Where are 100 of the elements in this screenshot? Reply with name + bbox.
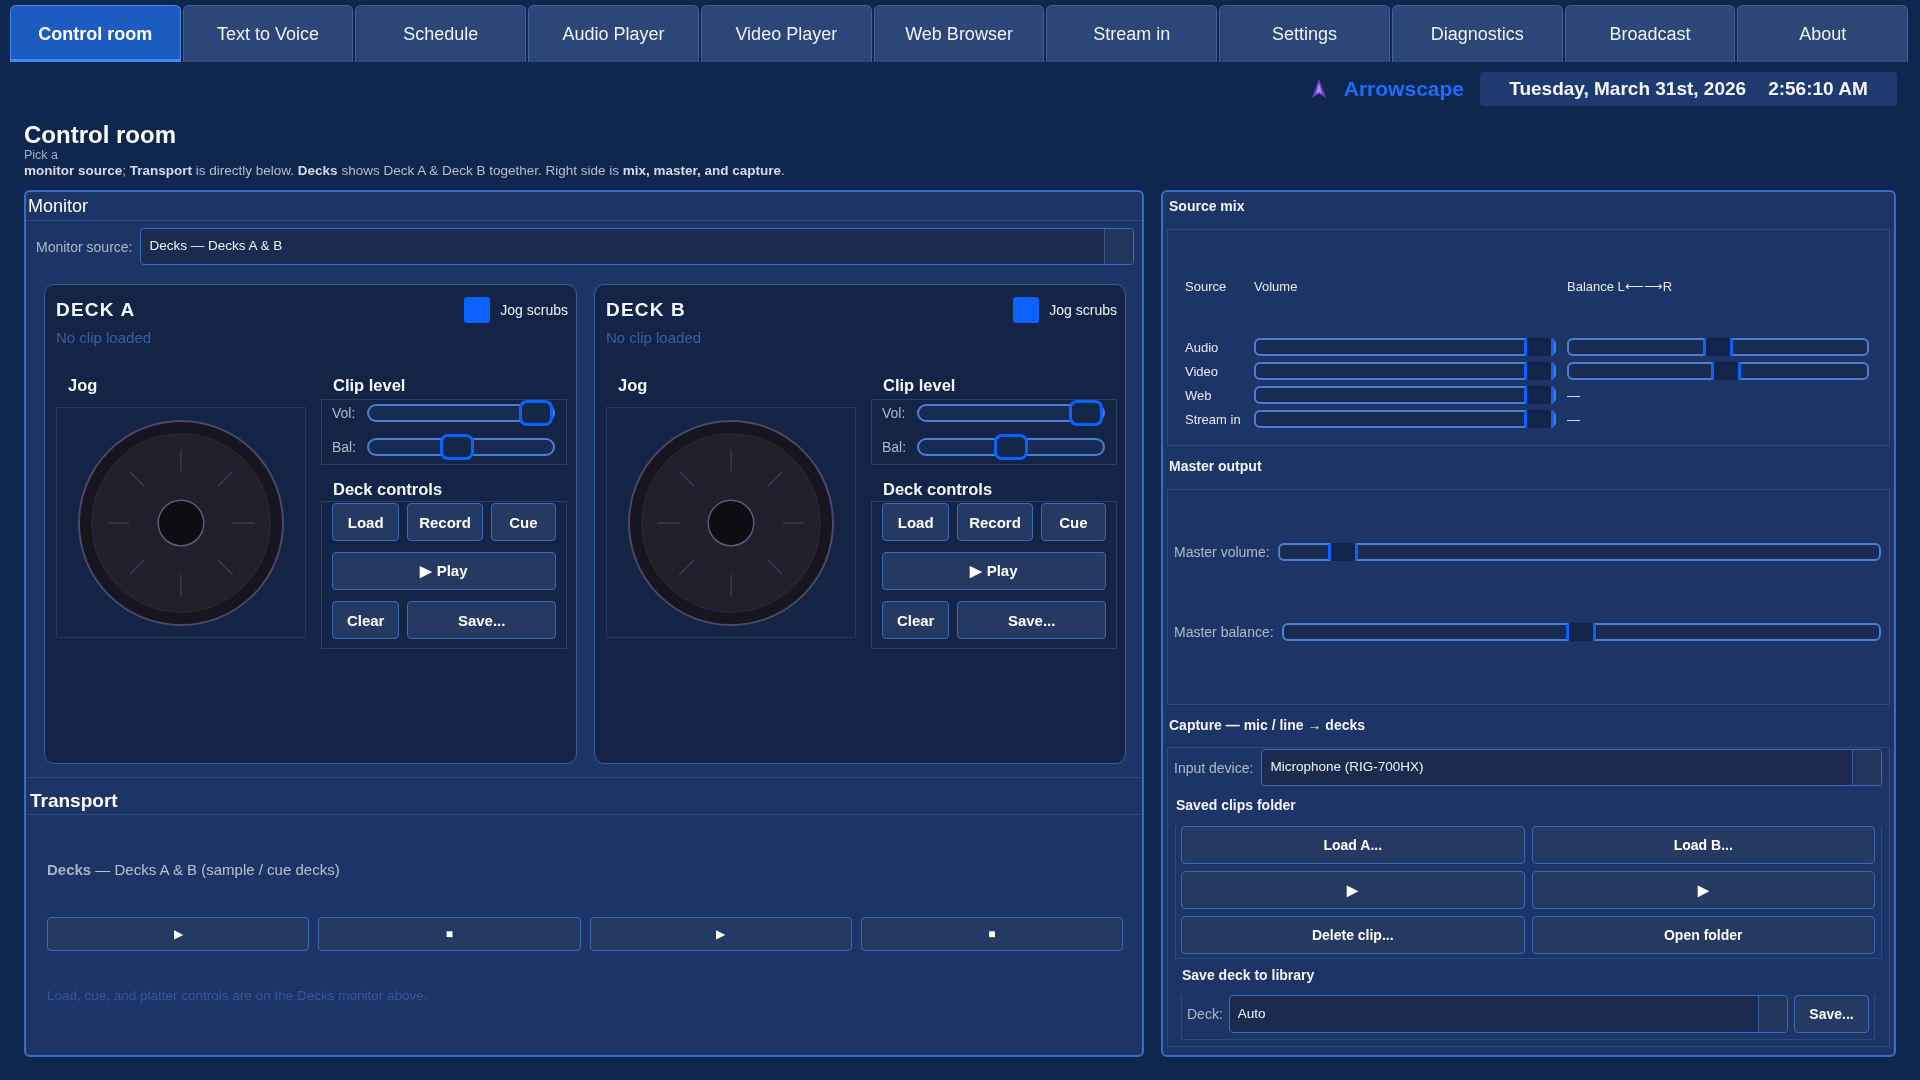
date-text: Tuesday, March 31st, 2026	[1509, 78, 1747, 100]
jog-wheel[interactable]	[77, 418, 285, 627]
deck-title: DECK A	[56, 299, 136, 321]
dropdown[interactable]: Auto	[1228, 995, 1788, 1033]
load-a-button[interactable]: Load A...	[1181, 826, 1525, 864]
slider-track[interactable]	[1254, 386, 1556, 404]
field-label: Vol:	[882, 405, 907, 421]
column-header: Balance L⟵⟶R	[1567, 278, 1674, 296]
load-button[interactable]: Load	[332, 503, 400, 541]
tab[interactable]: Schedule	[355, 5, 527, 62]
play-button[interactable]: ▶ Play	[332, 552, 556, 590]
slider-thumb[interactable]	[1566, 623, 1597, 641]
field-label: Master balance:	[1174, 624, 1274, 640]
slider-thumb[interactable]	[1524, 386, 1554, 404]
slider-track[interactable]	[1254, 338, 1556, 356]
empty-value: —	[1567, 387, 1581, 403]
section-title: Source mix	[1168, 197, 1246, 216]
field-label: Bal:	[882, 439, 908, 455]
field-label: Deck:	[1187, 1006, 1223, 1022]
tab[interactable]: Video Player	[700, 5, 872, 62]
field-label: Input device:	[1174, 759, 1254, 776]
status-text: No clip loaded	[606, 328, 703, 348]
checkbox[interactable]	[1013, 297, 1040, 323]
clear-button[interactable]: Clear	[332, 601, 400, 639]
time-text: 2:56:10 AM	[1768, 78, 1868, 100]
brand-name: Arrowscape	[1343, 77, 1464, 101]
tab[interactable]: Audio Player	[528, 5, 699, 62]
play-button[interactable]: ▶	[589, 917, 852, 951]
stop-button[interactable]: ■	[860, 917, 1123, 951]
field-label: Master volume:	[1174, 544, 1270, 560]
intro-text: Pick a	[24, 148, 60, 162]
jog-wheel[interactable]	[627, 418, 835, 627]
tab[interactable]: Broadcast	[1564, 5, 1736, 62]
record-button[interactable]: Record	[407, 503, 483, 541]
slider-thumb[interactable]	[994, 434, 1028, 460]
open-folder-button[interactable]: Open folder	[1531, 916, 1875, 954]
save-button[interactable]: Save...	[1794, 995, 1869, 1033]
tab[interactable]: Settings	[1219, 5, 1390, 62]
record-button[interactable]: Record	[957, 503, 1033, 541]
slider-thumb[interactable]	[1069, 400, 1103, 426]
dropdown[interactable]: Decks — Decks A & B	[140, 228, 1134, 265]
slider-thumb[interactable]	[1524, 410, 1554, 428]
column-header: Volume	[1254, 278, 1299, 296]
section-title: Deck controls	[332, 479, 444, 500]
load-b-button[interactable]: Load B...	[1531, 826, 1875, 864]
slider-thumb[interactable]	[1711, 362, 1742, 380]
delete-button[interactable]: Delete clip...	[1181, 916, 1525, 954]
row-label: Video	[1185, 363, 1219, 379]
section-title: Deck controls	[882, 479, 994, 500]
cue-button[interactable]: Cue	[1040, 503, 1106, 541]
summary-text: Decks — Decks A & B (sample / cue decks)	[47, 860, 341, 880]
slider-thumb[interactable]	[1524, 338, 1554, 356]
section-title: Clip level	[882, 375, 957, 396]
save-button[interactable]: Save...	[957, 601, 1106, 639]
slider-thumb[interactable]	[1328, 543, 1359, 561]
slider-thumb[interactable]	[1524, 362, 1554, 380]
tab[interactable]: Stream in	[1046, 5, 1218, 62]
row-label: Audio	[1185, 339, 1220, 355]
tab[interactable]: About	[1737, 5, 1909, 62]
play-button[interactable]: ▶	[1531, 871, 1875, 909]
slider-track[interactable]	[1277, 543, 1881, 561]
slider-track[interactable]	[1567, 338, 1869, 356]
section-title: Transport	[26, 778, 1142, 815]
dropdown[interactable]: Microphone (RIG-700HX)	[1261, 749, 1882, 786]
tab[interactable]: Web Browser	[873, 5, 1045, 62]
slider-thumb[interactable]	[1703, 338, 1733, 356]
section-title: Jog	[67, 375, 99, 396]
field-label: Bal:	[332, 439, 358, 455]
slider-track[interactable]	[1281, 623, 1881, 641]
play-button[interactable]: ▶ Play	[882, 552, 1106, 590]
section-title: Monitor	[26, 192, 1142, 221]
tab[interactable]: Control room	[10, 5, 181, 62]
checkbox-label: Jog scrubs	[500, 302, 568, 318]
tab[interactable]: Diagnostics	[1391, 5, 1563, 62]
row-label: Stream in	[1185, 411, 1242, 427]
slider-thumb[interactable]	[439, 434, 474, 460]
intro-text: monitor source; Transport is directly below. Decks shows Deck A & Deck B together. Right side is mix, master, and capture.	[24, 162, 786, 179]
field-label: Monitor source:	[36, 238, 133, 255]
slider-thumb[interactable]	[519, 400, 553, 426]
status-text: No clip loaded	[56, 328, 153, 348]
slider-track[interactable]	[1254, 410, 1556, 428]
save-button[interactable]: Save...	[407, 601, 556, 639]
play-button[interactable]: ▶	[47, 917, 310, 951]
slider-track[interactable]	[1254, 362, 1556, 380]
slider-track[interactable]	[1567, 362, 1869, 380]
page-title: Control room	[24, 121, 177, 148]
clear-button[interactable]: Clear	[882, 601, 950, 639]
section-title: Clip level	[332, 375, 407, 396]
tab[interactable]: Text to Voice	[182, 5, 354, 62]
section-title: Capture — mic / line → decks	[1168, 716, 1367, 735]
cue-button[interactable]: Cue	[490, 503, 556, 541]
stop-button[interactable]: ■	[318, 917, 581, 951]
checkbox[interactable]	[464, 297, 491, 323]
empty-value: —	[1567, 411, 1581, 427]
section-title: Jog	[617, 375, 649, 396]
play-button[interactable]: ▶	[1181, 871, 1525, 909]
column-header: Source	[1185, 278, 1228, 296]
arrowhead-icon	[1311, 79, 1326, 99]
section-title: Saved clips folder	[1175, 796, 1297, 815]
load-button[interactable]: Load	[882, 503, 950, 541]
